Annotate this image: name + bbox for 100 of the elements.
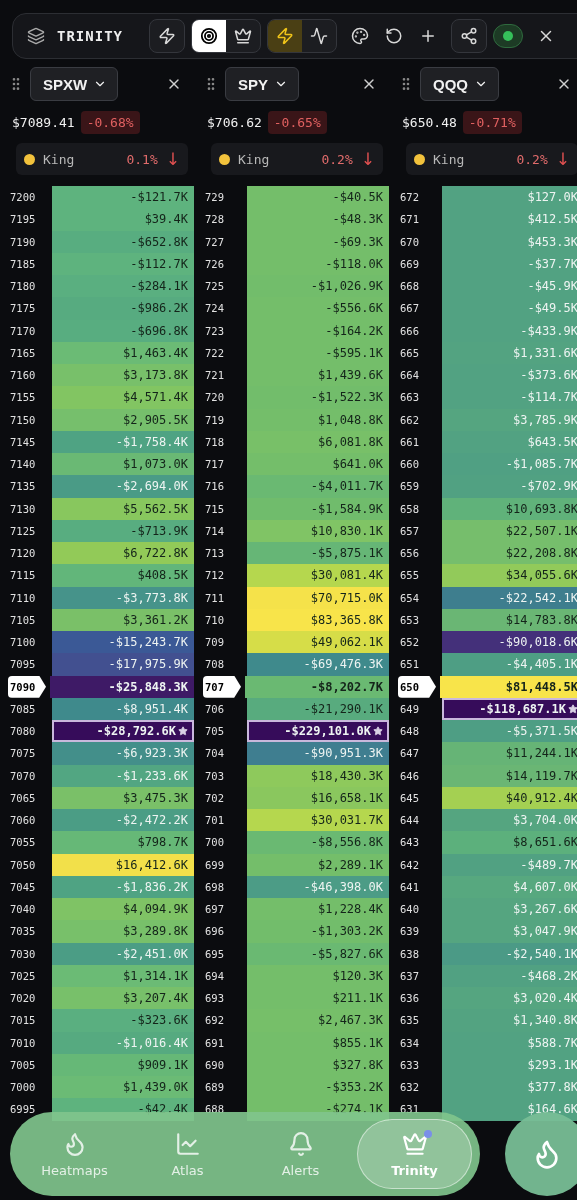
heatmap-cell: $641.0K (247, 453, 389, 476)
strike-label: 693 (204, 991, 225, 1007)
heatmap-cell: -$25,848.3K (50, 675, 194, 698)
palette-icon (351, 27, 369, 45)
strike-label: 661 (399, 434, 420, 450)
heatmap-cell: $2,289.1K (247, 853, 389, 876)
strike-label: 672 (399, 190, 420, 206)
strike-label: 7035 (9, 924, 37, 940)
heatmap-cell: $909.1K (52, 1053, 194, 1076)
heatmap-cell: -$21,290.1K (247, 697, 389, 720)
heatmap-cell: -$8,556.8K (247, 831, 389, 854)
strike-label: 702 (204, 790, 225, 806)
target-icon (200, 27, 218, 45)
down-arrow: ↓ (360, 149, 375, 169)
crown-icon (234, 27, 252, 45)
heatmap-cell: $3,207.4K (52, 987, 194, 1010)
strike-label: 7050 (9, 857, 37, 873)
strike-label: 712 (204, 568, 225, 584)
heatmap-cell: -$46,398.0K (247, 875, 389, 898)
change-badge: -0.68% (80, 110, 140, 134)
strike-label: 664 (399, 368, 420, 384)
strike-label: 657 (399, 523, 420, 539)
ticker-dropdown[interactable]: SPY (225, 67, 299, 101)
bolt-button[interactable] (268, 20, 302, 52)
strike-label: 640 (399, 902, 420, 918)
strike-label: 719 (204, 412, 225, 428)
heatmap-cell: $327.8K (247, 1053, 389, 1076)
app-title: TRINITY (57, 28, 123, 44)
heatmap-cell: $49,062.1K (247, 631, 389, 654)
strike-label: 7200 (9, 190, 37, 206)
king-percent: 0.2% (516, 151, 548, 167)
strike-label: 638 (399, 946, 420, 962)
heatmap-cell: $70,715.0K (247, 586, 389, 609)
heatmap-cell: -$118,687.1K (442, 697, 577, 720)
live-toggle[interactable] (493, 24, 523, 48)
strike-label: 7175 (9, 301, 37, 317)
heatmap-cell: -$2,472.2K (52, 809, 194, 832)
strike-label: 660 (399, 457, 420, 473)
nav-tab[interactable]: Trinity (357, 1119, 472, 1189)
heatmap-cell: $798.7K (52, 831, 194, 854)
strike-label: 633 (399, 1057, 420, 1073)
strike-label: 697 (204, 902, 225, 918)
strike-label: 662 (399, 412, 420, 428)
heatmap-cell: -$8,202.7K (245, 675, 389, 698)
strike-label: 703 (204, 768, 225, 784)
heatmap-cell: -$6,923.3K (52, 742, 194, 765)
strike-label: 7130 (9, 501, 37, 517)
strike-label: 658 (399, 501, 420, 517)
strike-label: 721 (204, 368, 225, 384)
heatmap-cell: $1,439.6K (247, 364, 389, 387)
ticker-dropdown[interactable]: SPXW (30, 67, 119, 101)
heatmap-cell: -$5,827.6K (247, 942, 389, 965)
heatmap-cell: -$1,303.2K (247, 920, 389, 943)
strike-label: 692 (204, 1013, 225, 1029)
strike-label: 696 (204, 924, 225, 940)
notification-dot (423, 1130, 432, 1138)
heatmap-cell: -$69,476.3K (247, 653, 389, 676)
bell-icon (287, 1130, 314, 1157)
strike-label: 724 (204, 301, 225, 317)
strike-label: 7075 (9, 746, 37, 762)
heatmap-cell: -$15,243.7K (52, 631, 194, 654)
strike-label: 7195 (9, 212, 37, 228)
down-arrow: ↓ (555, 149, 570, 169)
heatmap-cell: $3,475.3K (52, 786, 194, 809)
down-arrow: ↓ (165, 149, 180, 169)
star-icon (178, 726, 188, 737)
strike-label: 711 (204, 590, 225, 606)
heatmap-cell: -$353.2K (247, 1076, 389, 1099)
strike-label: 7185 (9, 256, 37, 272)
strike-label: 649 (399, 701, 420, 717)
strike-label: 728 (204, 212, 225, 228)
heatmap-cell: $1,314.1K (52, 964, 194, 987)
status-dot (24, 153, 35, 165)
strike-label: 666 (399, 323, 420, 339)
heatmap-cell: -$69.3K (247, 230, 389, 253)
strike-label: 644 (399, 813, 420, 829)
nav-tab[interactable]: Alerts (244, 1119, 357, 1189)
heatmap-cell: $3,289.8K (52, 920, 194, 943)
strike-label: 663 (399, 390, 420, 406)
king-label: King (433, 151, 465, 167)
lightning-icon (276, 27, 294, 45)
nav-tab[interactable]: Atlas (131, 1119, 244, 1189)
strike-label: 713 (204, 546, 225, 562)
star-icon (373, 726, 383, 737)
target-button[interactable] (192, 20, 226, 52)
strike-label: 670 (399, 234, 420, 250)
strike-label: 642 (399, 857, 420, 873)
strike-label: 636 (399, 991, 420, 1007)
ticker-dropdown[interactable]: QQQ (420, 67, 499, 101)
heatmap-cell: $1,463.4K (52, 341, 194, 364)
strike-label: 715 (204, 501, 225, 517)
strike-label: 7160 (9, 368, 37, 384)
strike-label: 7015 (9, 1013, 37, 1029)
heatmap-cell: -$713.9K (52, 519, 194, 542)
king-label: King (43, 151, 75, 167)
nav-tab[interactable]: Heatmaps (18, 1119, 131, 1189)
strike-label: 650 (398, 675, 436, 698)
strike-label: 725 (204, 279, 225, 295)
heatmap-cell: -$121.7K (52, 186, 194, 209)
strike-label: 7150 (9, 412, 37, 428)
